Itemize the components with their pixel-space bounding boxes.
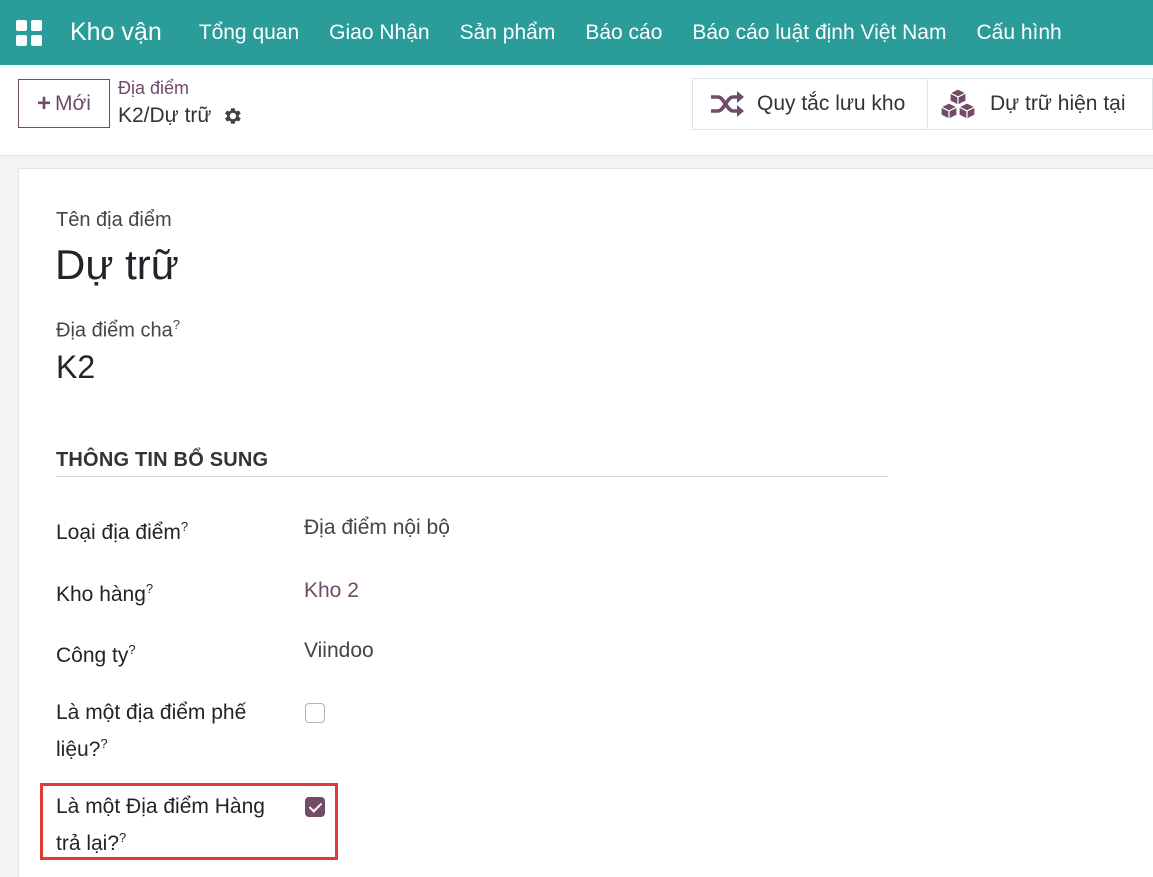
scrap-location-label-line2: liệu? — [56, 738, 101, 761]
menu-item-vn-statutory-reports[interactable]: Báo cáo luật định Việt Nam — [677, 21, 961, 45]
app-brand[interactable]: Kho vận — [70, 18, 162, 47]
help-icon[interactable]: ? — [128, 642, 135, 657]
scrap-location-label-line1: Là một địa điểm phế — [56, 701, 247, 724]
warehouse-label: Kho hàng? — [56, 573, 286, 610]
location-type-label-text: Loại địa điểm — [56, 521, 181, 544]
help-icon[interactable]: ? — [173, 317, 180, 332]
breadcrumb-parent-link[interactable]: Địa điểm — [118, 78, 189, 99]
menu-item-configuration[interactable]: Cấu hình — [961, 21, 1076, 45]
company-label: Công ty? — [56, 634, 286, 671]
warehouse-field-link[interactable]: Kho 2 — [304, 579, 359, 603]
location-type-field[interactable]: Địa điểm nội bộ — [304, 516, 450, 540]
menu-item-transfers[interactable]: Giao Nhận — [314, 21, 444, 45]
current-stock-label: Dự trữ hiện tại — [990, 92, 1126, 115]
location-type-label: Loại địa điểm? — [56, 511, 286, 548]
help-icon[interactable]: ? — [146, 581, 153, 596]
scrap-location-label: Là một địa điểm phế liệu?? — [56, 697, 286, 765]
control-panel: + Mới Địa điểm K2/Dự trữ Quy tắc lưu kho — [0, 65, 1153, 156]
scrap-location-checkbox[interactable] — [305, 703, 325, 723]
location-name-label: Tên địa điểm — [56, 209, 172, 231]
putaway-rules-button[interactable]: Quy tắc lưu kho — [692, 78, 928, 130]
shuffle-icon — [711, 91, 744, 117]
menu-item-products[interactable]: Sản phẩm — [445, 21, 571, 45]
breadcrumb-current: K2/Dự trữ — [118, 104, 243, 128]
putaway-rules-label: Quy tắc lưu kho — [757, 92, 906, 115]
breadcrumb-current-label: K2/Dự trữ — [118, 104, 212, 127]
section-divider — [56, 476, 888, 477]
gear-icon[interactable] — [221, 105, 243, 127]
warehouse-label-text: Kho hàng — [56, 583, 146, 606]
parent-location-field[interactable]: K2 — [56, 349, 95, 386]
new-button-label: Mới — [55, 91, 91, 115]
location-name-field[interactable]: Dự trữ — [55, 241, 179, 289]
top-navbar: Kho vận Tổng quan Giao Nhận Sản phẩm Báo… — [0, 0, 1153, 65]
parent-location-label-text: Địa điểm cha — [56, 319, 173, 342]
help-icon[interactable]: ? — [100, 736, 107, 751]
plus-icon: + — [37, 89, 52, 117]
company-label-text: Công ty — [56, 644, 129, 667]
form-sheet: Tên địa điểm Dự trữ Địa điểm cha? K2 THÔ… — [18, 168, 1153, 877]
menu-item-overview[interactable]: Tổng quan — [184, 21, 314, 45]
cubes-icon — [939, 88, 977, 120]
company-field[interactable]: Viindoo — [304, 639, 374, 663]
section-title: THÔNG TIN BỔ SUNG — [56, 449, 269, 471]
annotation-highlight-box — [40, 783, 338, 860]
parent-location-label: Địa điểm cha? — [56, 317, 180, 343]
new-button[interactable]: + Mới — [18, 79, 110, 128]
help-icon[interactable]: ? — [181, 519, 188, 534]
current-stock-button[interactable]: Dự trữ hiện tại — [927, 78, 1153, 130]
apps-grid-icon[interactable] — [16, 19, 42, 46]
menu-item-reports[interactable]: Báo cáo — [570, 21, 677, 45]
